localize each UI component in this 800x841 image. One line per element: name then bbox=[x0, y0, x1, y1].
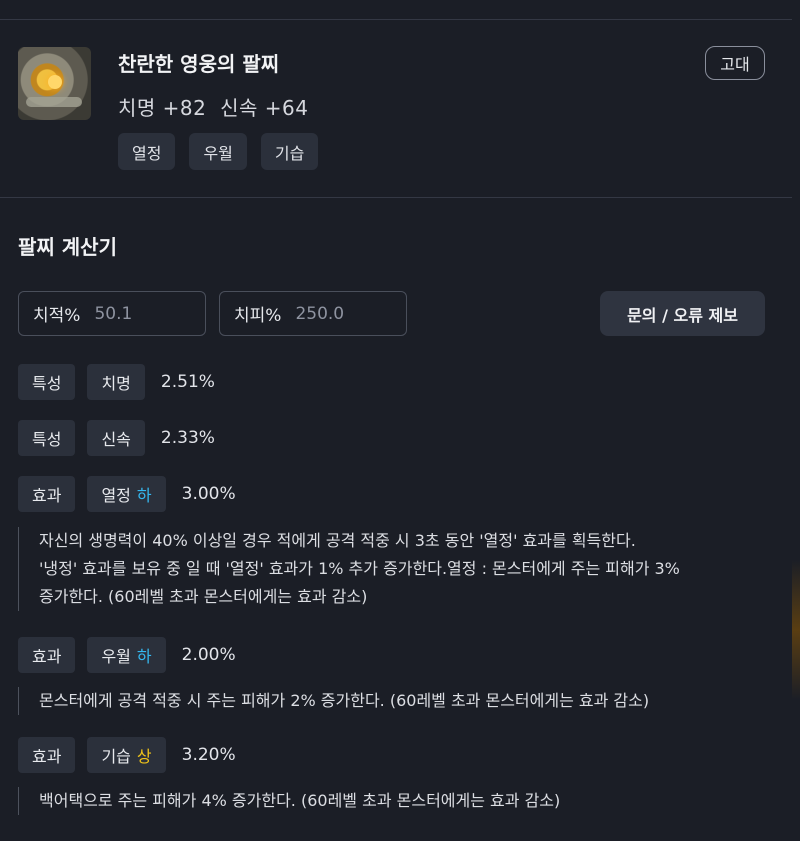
row-grade: 상 bbox=[136, 747, 152, 766]
result-row: 효과 열정 하 3.00% bbox=[18, 476, 236, 512]
item-name: 찬란한 영웅의 팔찌 bbox=[118, 52, 280, 76]
effect-tags: 열정 우월 기습 bbox=[118, 133, 319, 170]
item-card: 찬란한 영웅의 팔찌 치명 +82 신속 +64 고대 열정 우월 기습 bbox=[0, 20, 792, 197]
crit-rate-input[interactable] bbox=[94, 303, 185, 324]
row-type-chip: 효과 bbox=[18, 737, 76, 773]
crit-rate-label: 치적% bbox=[33, 306, 81, 326]
row-value: 3.00% bbox=[181, 484, 236, 504]
row-grade: 하 bbox=[136, 486, 152, 505]
row-name: 열정 bbox=[101, 486, 131, 505]
row-value: 3.20% bbox=[181, 745, 236, 765]
description-line: 증가한다. (60레벨 초과 몬스터에게는 효과 감소) bbox=[39, 587, 368, 606]
crit-damage-input[interactable] bbox=[295, 303, 386, 324]
effect-tag: 기습 bbox=[260, 133, 319, 170]
row-value: 2.51% bbox=[160, 372, 215, 392]
item-stats: 치명 +82 신속 +64 bbox=[118, 96, 309, 120]
grade-badge: 고대 bbox=[705, 46, 765, 80]
result-row: 효과 기습 상 3.20% bbox=[18, 737, 236, 773]
section-divider bbox=[0, 197, 792, 198]
row-type-chip: 효과 bbox=[18, 637, 76, 673]
row-name-chip: 우월 하 bbox=[87, 637, 166, 673]
crit-damage-label: 치피% bbox=[234, 306, 282, 326]
row-name-chip: 치명 bbox=[87, 364, 145, 400]
row-type-chip: 특성 bbox=[18, 364, 76, 400]
row-name-chip: 신속 bbox=[87, 420, 145, 456]
row-name: 치명 bbox=[101, 374, 131, 393]
description-line: 백어택으로 주는 피해가 4% 증가한다. (60레벨 초과 몬스터에게는 효과… bbox=[39, 791, 561, 810]
row-name: 기습 bbox=[101, 747, 131, 766]
row-grade: 하 bbox=[136, 647, 152, 666]
row-value: 2.00% bbox=[181, 645, 236, 665]
description-line: '냉정' 효과를 보유 중 일 때 '열정' 효과가 1% 추가 증가한다.열정… bbox=[39, 559, 680, 578]
row-name-chip: 기습 상 bbox=[87, 737, 166, 773]
row-name: 신속 bbox=[101, 430, 131, 449]
crit-damage-field[interactable]: 치피% bbox=[219, 291, 407, 336]
row-type-chip: 효과 bbox=[18, 476, 76, 512]
effect-tag: 우월 bbox=[189, 133, 247, 170]
row-value: 2.33% bbox=[160, 428, 215, 448]
report-button[interactable]: 문의 / 오류 제보 bbox=[600, 291, 765, 336]
row-type-chip: 특성 bbox=[18, 420, 76, 456]
description-line: 몬스터에게 공격 적중 시 주는 피해가 2% 증가한다. (60레벨 초과 몬… bbox=[39, 691, 650, 710]
effect-tag: 열정 bbox=[118, 133, 176, 170]
background-edge bbox=[792, 560, 800, 700]
effect-description: 자신의 생명력이 40% 이상일 경우 적에게 공격 적중 시 3초 동안 '열… bbox=[18, 527, 779, 611]
effect-description: 몬스터에게 공격 적중 시 주는 피해가 2% 증가한다. (60레벨 초과 몬… bbox=[18, 687, 779, 715]
crit-rate-field[interactable]: 치적% bbox=[18, 291, 206, 336]
description-line: 자신의 생명력이 40% 이상일 경우 적에게 공격 적중 시 3초 동안 '열… bbox=[39, 531, 636, 550]
result-row: 특성 치명 2.51% bbox=[18, 364, 215, 400]
result-row: 특성 신속 2.33% bbox=[18, 420, 215, 456]
effect-description: 백어택으로 주는 피해가 4% 증가한다. (60레벨 초과 몬스터에게는 효과… bbox=[18, 787, 779, 815]
bracelet-icon bbox=[18, 47, 91, 120]
result-row: 효과 우월 하 2.00% bbox=[18, 637, 236, 673]
calculator-title: 팔찌 계산기 bbox=[18, 235, 117, 259]
row-name-chip: 열정 하 bbox=[87, 476, 166, 512]
row-name: 우월 bbox=[101, 647, 131, 666]
